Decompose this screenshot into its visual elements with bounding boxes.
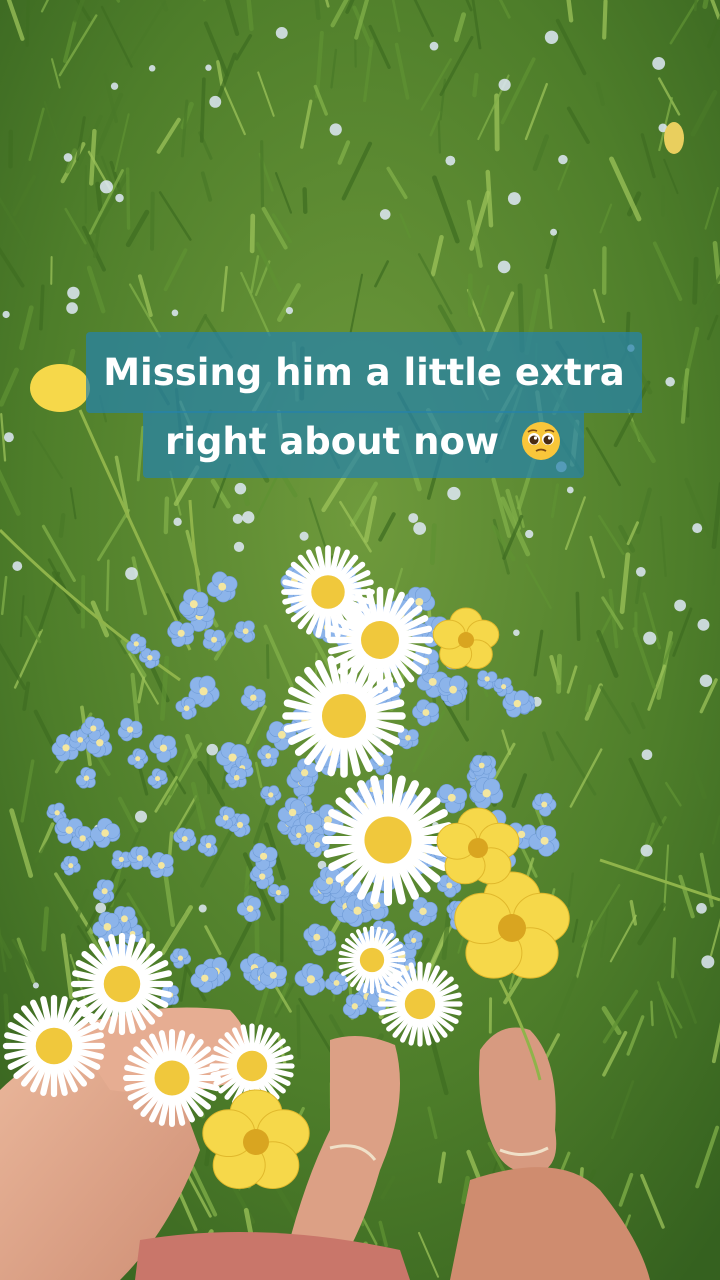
forget-me-not-flower	[470, 754, 493, 777]
pleading-face-emoji-icon	[521, 422, 560, 460]
forget-me-not-flower	[127, 846, 152, 870]
photo-background	[0, 0, 720, 1280]
forget-me-not-flower	[111, 850, 132, 870]
caption-text-1: Missing him a little extra	[103, 351, 625, 394]
caption-line-2: right about now	[143, 411, 584, 478]
forget-me-not-flower	[117, 717, 143, 742]
caption-text-2: right about now	[165, 420, 500, 463]
caption-line-1: Missing him a little extra	[86, 332, 642, 413]
forget-me-not-flower	[287, 824, 309, 846]
